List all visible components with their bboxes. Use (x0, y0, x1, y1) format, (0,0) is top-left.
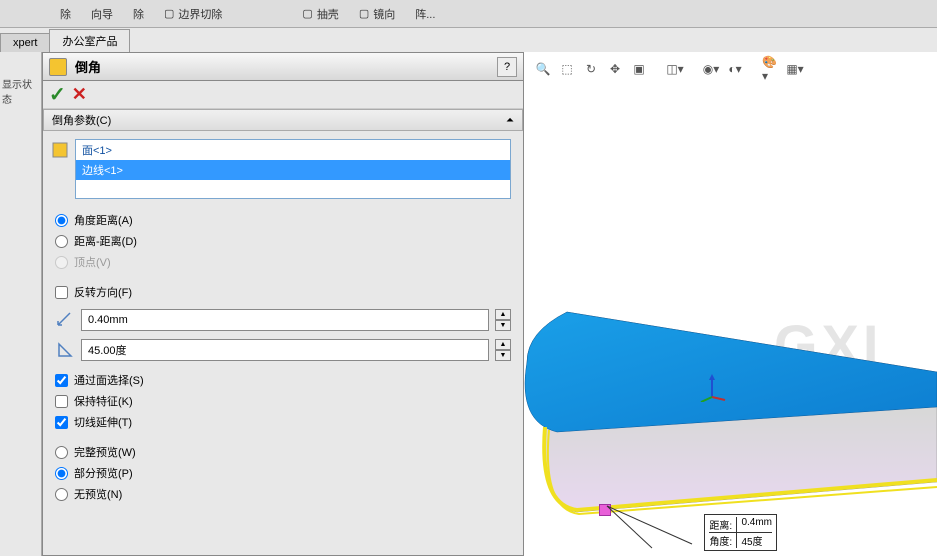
collapse-icon[interactable]: ⏶ (506, 115, 514, 126)
radio-distance-distance[interactable]: 距离-距离(D) (55, 232, 511, 250)
check-reverse[interactable]: 反转方向(F) (55, 283, 511, 301)
section-header-chamfer-params[interactable]: 倒角参数(C) ⏶ (43, 109, 523, 131)
selection-icon (51, 141, 71, 161)
ribbon-item[interactable]: ▢边界切除 (164, 6, 222, 22)
3d-model[interactable] (524, 262, 937, 522)
3d-viewport[interactable]: 🔍 ⬚ ↻ ✥ ▣ ◫▾ ◉▾ ◐▾ 🎨▾ ▦▾ GXI网 www.gxlcms… (524, 52, 937, 556)
ribbon-item[interactable]: 除 (60, 6, 71, 22)
check-keep-features[interactable]: 保持特征(K) (55, 392, 511, 410)
distance-input[interactable] (81, 309, 489, 331)
radio-vertex: 顶点(V) (55, 253, 511, 271)
annotation-distance-label: 距离: (709, 517, 737, 532)
panel-title: 倒角 (75, 57, 497, 76)
annotation-angle-label: 角度: (709, 533, 737, 548)
selection-list: 面<1> 边线<1> (75, 139, 511, 199)
zoom-area-icon[interactable]: ⬚ (558, 60, 576, 78)
display-state-label: 显示状态 (2, 76, 39, 106)
check-through-face[interactable]: 通过面选择(S) (55, 371, 511, 389)
ribbon-item[interactable]: 除 (133, 6, 144, 22)
selection-item-face[interactable]: 面<1> (76, 140, 510, 160)
panel-actions: ✓ ✕ (43, 81, 523, 109)
ribbon-toolbar: 除 向导 除 ▢边界切除 ▢抽壳 ▢镜向 阵... (0, 0, 937, 28)
angle-param-row: ▲ ▼ (55, 339, 511, 361)
ribbon-item[interactable]: ▢镜向 (359, 6, 395, 22)
ok-button[interactable]: ✓ (49, 82, 66, 107)
view-toolbar: 🔍 ⬚ ↻ ✥ ▣ ◫▾ ◉▾ ◐▾ 🎨▾ ▦▾ (534, 60, 804, 78)
ribbon-item[interactable]: ▢抽壳 (302, 6, 338, 22)
pan-icon[interactable]: ✥ (606, 60, 624, 78)
zoom-fit-icon[interactable]: 🔍 (534, 60, 552, 78)
cancel-button[interactable]: ✕ (72, 84, 87, 105)
panel-header: 倒角 ? (43, 53, 523, 81)
spin-up[interactable]: ▲ (495, 309, 511, 320)
angle-input[interactable] (81, 339, 489, 361)
display-style-icon[interactable]: ◉▾ (702, 60, 720, 78)
annotation-angle-value: 45度 (737, 533, 762, 548)
annotation-distance-value: 0.4mm (737, 517, 772, 532)
tab-strip: xpert 办公室产品 (0, 28, 937, 52)
radio-no-preview[interactable]: 无预览(N) (55, 485, 511, 503)
options-checks: 通过面选择(S) 保持特征(K) 切线延伸(T) (55, 371, 511, 431)
scene-icon[interactable]: ▦▾ (786, 60, 804, 78)
rotate-icon[interactable]: ↻ (582, 60, 600, 78)
spin-down[interactable]: ▼ (495, 320, 511, 331)
chamfer-annotation: 距离: 0.4mm 角度: 45度 (704, 514, 777, 551)
appearance-icon[interactable]: 🎨▾ (762, 60, 780, 78)
radio-angle-distance[interactable]: 角度距离(A) (55, 211, 511, 229)
distance-param-row: ▲ ▼ (55, 309, 511, 331)
selection-item-edge[interactable]: 边线<1> (76, 160, 510, 180)
section-title: 倒角参数(C) (52, 112, 111, 128)
spin-down[interactable]: ▼ (495, 350, 511, 361)
distance-spinner: ▲ ▼ (495, 309, 511, 331)
distance-icon (55, 310, 75, 330)
chamfer-type-radios: 角度距离(A) 距离-距离(D) 顶点(V) (55, 211, 511, 271)
view-triad[interactable] (697, 372, 727, 402)
ribbon-item[interactable]: 阵... (415, 6, 435, 22)
hidden-lines-icon[interactable]: ◐▾ (726, 60, 744, 78)
preview-radios: 完整预览(W) 部分预览(P) 无预览(N) (55, 443, 511, 503)
help-button[interactable]: ? (497, 57, 517, 77)
spin-up[interactable]: ▲ (495, 339, 511, 350)
ribbon-item[interactable]: 向导 (91, 6, 113, 22)
chamfer-icon (49, 58, 67, 76)
radio-full-preview[interactable]: 完整预览(W) (55, 443, 511, 461)
tab-office[interactable]: 办公室产品 (49, 29, 130, 52)
feature-tree-panel: 显示状态 (0, 52, 42, 556)
tab-xpert[interactable]: xpert (0, 33, 50, 52)
selection-listbox[interactable]: 面<1> 边线<1> (75, 139, 511, 199)
view-cube-icon[interactable]: ◫▾ (666, 60, 684, 78)
check-tangent[interactable]: 切线延伸(T) (55, 413, 511, 431)
angle-spinner: ▲ ▼ (495, 339, 511, 361)
angle-icon (55, 340, 75, 360)
property-panel: 倒角 ? ✓ ✕ 倒角参数(C) ⏶ 面<1> 边线<1> (42, 52, 524, 556)
radio-partial-preview[interactable]: 部分预览(P) (55, 464, 511, 482)
section-icon[interactable]: ▣ (630, 60, 648, 78)
